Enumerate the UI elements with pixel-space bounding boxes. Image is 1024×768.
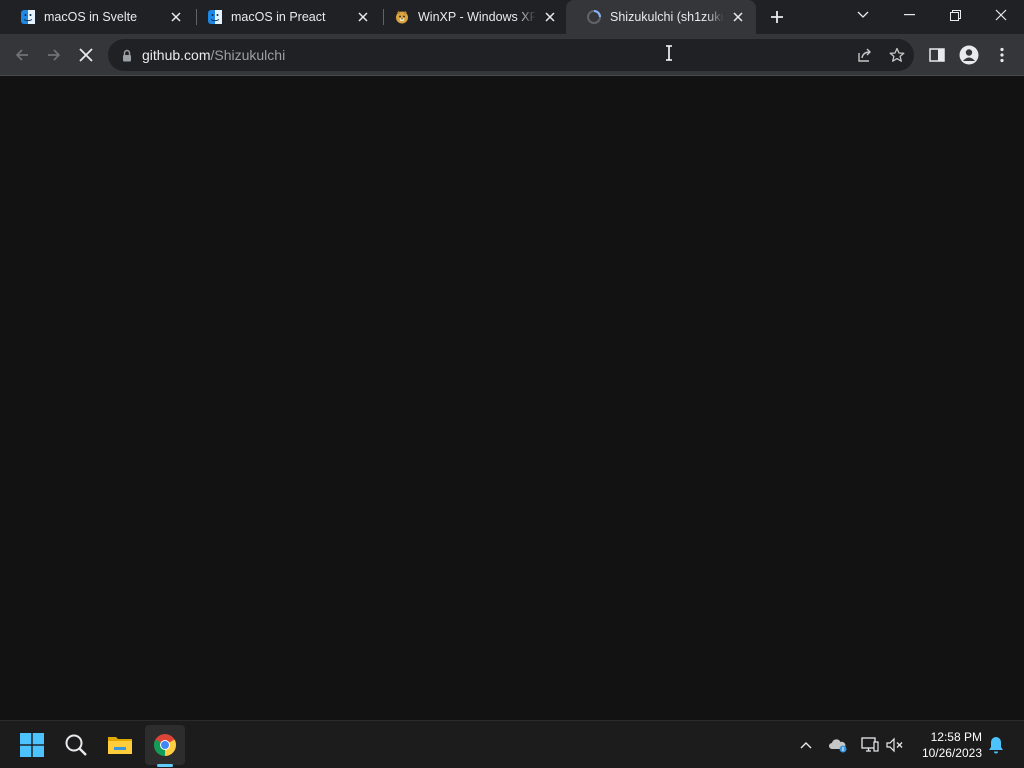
network-status[interactable]: [860, 735, 880, 755]
restore-icon: [949, 9, 961, 21]
system-clock[interactable]: 12:58 PM 10/26/2023: [914, 729, 982, 761]
browser-toolbar: github.com/Shizukulchi: [0, 34, 1024, 76]
tab-strip: macOS in Svelte macOS in Preact WinXP - …: [0, 0, 1024, 34]
finder-icon: [207, 9, 223, 25]
network-icon: [861, 737, 879, 752]
cloud-icon: [829, 739, 847, 753]
back-button[interactable]: [8, 41, 36, 69]
tab-title: Shizukulchi (sh1zuku): [610, 10, 724, 24]
close-icon: [995, 9, 1007, 21]
side-panel-icon: [929, 48, 945, 62]
show-hidden-icons-button[interactable]: [796, 735, 816, 755]
clock-date: 10/26/2023: [921, 746, 982, 760]
notifications-button[interactable]: [986, 735, 1006, 755]
text-cursor-icon: [666, 45, 672, 61]
close-window-button[interactable]: [978, 0, 1024, 30]
active-app-indicator: [157, 764, 173, 767]
speaker-muted-icon: [886, 737, 903, 753]
stop-icon: [79, 48, 93, 62]
arrow-left-icon: [15, 49, 28, 61]
file-explorer-icon: [108, 737, 132, 754]
chrome-button[interactable]: [145, 725, 185, 765]
finder-icon: [20, 9, 36, 25]
tab-shizukulchi[interactable]: Shizukulchi (sh1zuku): [566, 0, 756, 34]
bell-icon: [989, 737, 1003, 754]
url-path: /Shizukulchi: [210, 47, 286, 63]
tab-macos-preact[interactable]: macOS in Preact: [187, 0, 381, 34]
doge-icon: [394, 9, 410, 25]
more-vert-icon: [1000, 47, 1004, 63]
close-icon[interactable]: [355, 9, 371, 25]
search-icon: [65, 734, 87, 756]
url-host: github.com: [142, 47, 211, 63]
new-tab-button[interactable]: [766, 6, 788, 28]
close-icon[interactable]: [542, 9, 558, 25]
profile-button[interactable]: [955, 41, 983, 69]
page-content: [0, 77, 1024, 720]
lock-icon[interactable]: [120, 47, 134, 63]
side-panel-button[interactable]: [923, 41, 951, 69]
tab-search-button[interactable]: [840, 0, 886, 30]
close-icon[interactable]: [730, 9, 746, 25]
chevron-down-icon: [857, 11, 869, 18]
start-icon: [20, 733, 44, 757]
tab-title: WinXP - Windows XP in Svelte: [418, 10, 536, 24]
forward-button[interactable]: [40, 41, 68, 69]
file-explorer-button[interactable]: [100, 725, 140, 765]
loading-spinner-icon: [586, 9, 602, 25]
onedrive-status[interactable]: [828, 735, 848, 755]
tab-winxp[interactable]: WinXP - Windows XP in Svelte: [374, 0, 568, 34]
arrow-right-icon: [48, 49, 61, 61]
minimize-button[interactable]: [886, 0, 932, 30]
chrome-icon: [154, 734, 176, 756]
plus-icon: [771, 11, 783, 23]
tab-macos-svelte[interactable]: macOS in Svelte: [0, 0, 194, 34]
tab-title: macOS in Preact: [231, 10, 326, 24]
chevron-up-icon: [800, 742, 812, 749]
restore-button[interactable]: [932, 0, 978, 30]
star-icon[interactable]: [887, 45, 907, 65]
minimize-icon: [903, 14, 915, 16]
menu-button[interactable]: [988, 41, 1016, 69]
close-icon[interactable]: [168, 9, 184, 25]
stop-loading-button[interactable]: [72, 41, 100, 69]
start-button[interactable]: [12, 725, 52, 765]
avatar-icon: [959, 45, 979, 65]
tab-title: macOS in Svelte: [44, 10, 138, 24]
url-text[interactable]: github.com/Shizukulchi: [142, 47, 285, 63]
clock-time: 12:58 PM: [930, 730, 982, 744]
search-button[interactable]: [56, 725, 96, 765]
volume-status[interactable]: [885, 735, 905, 755]
share-icon[interactable]: [855, 45, 875, 65]
taskbar: 12:58 PM 10/26/2023: [0, 720, 1024, 768]
address-bar[interactable]: github.com/Shizukulchi: [108, 39, 914, 71]
